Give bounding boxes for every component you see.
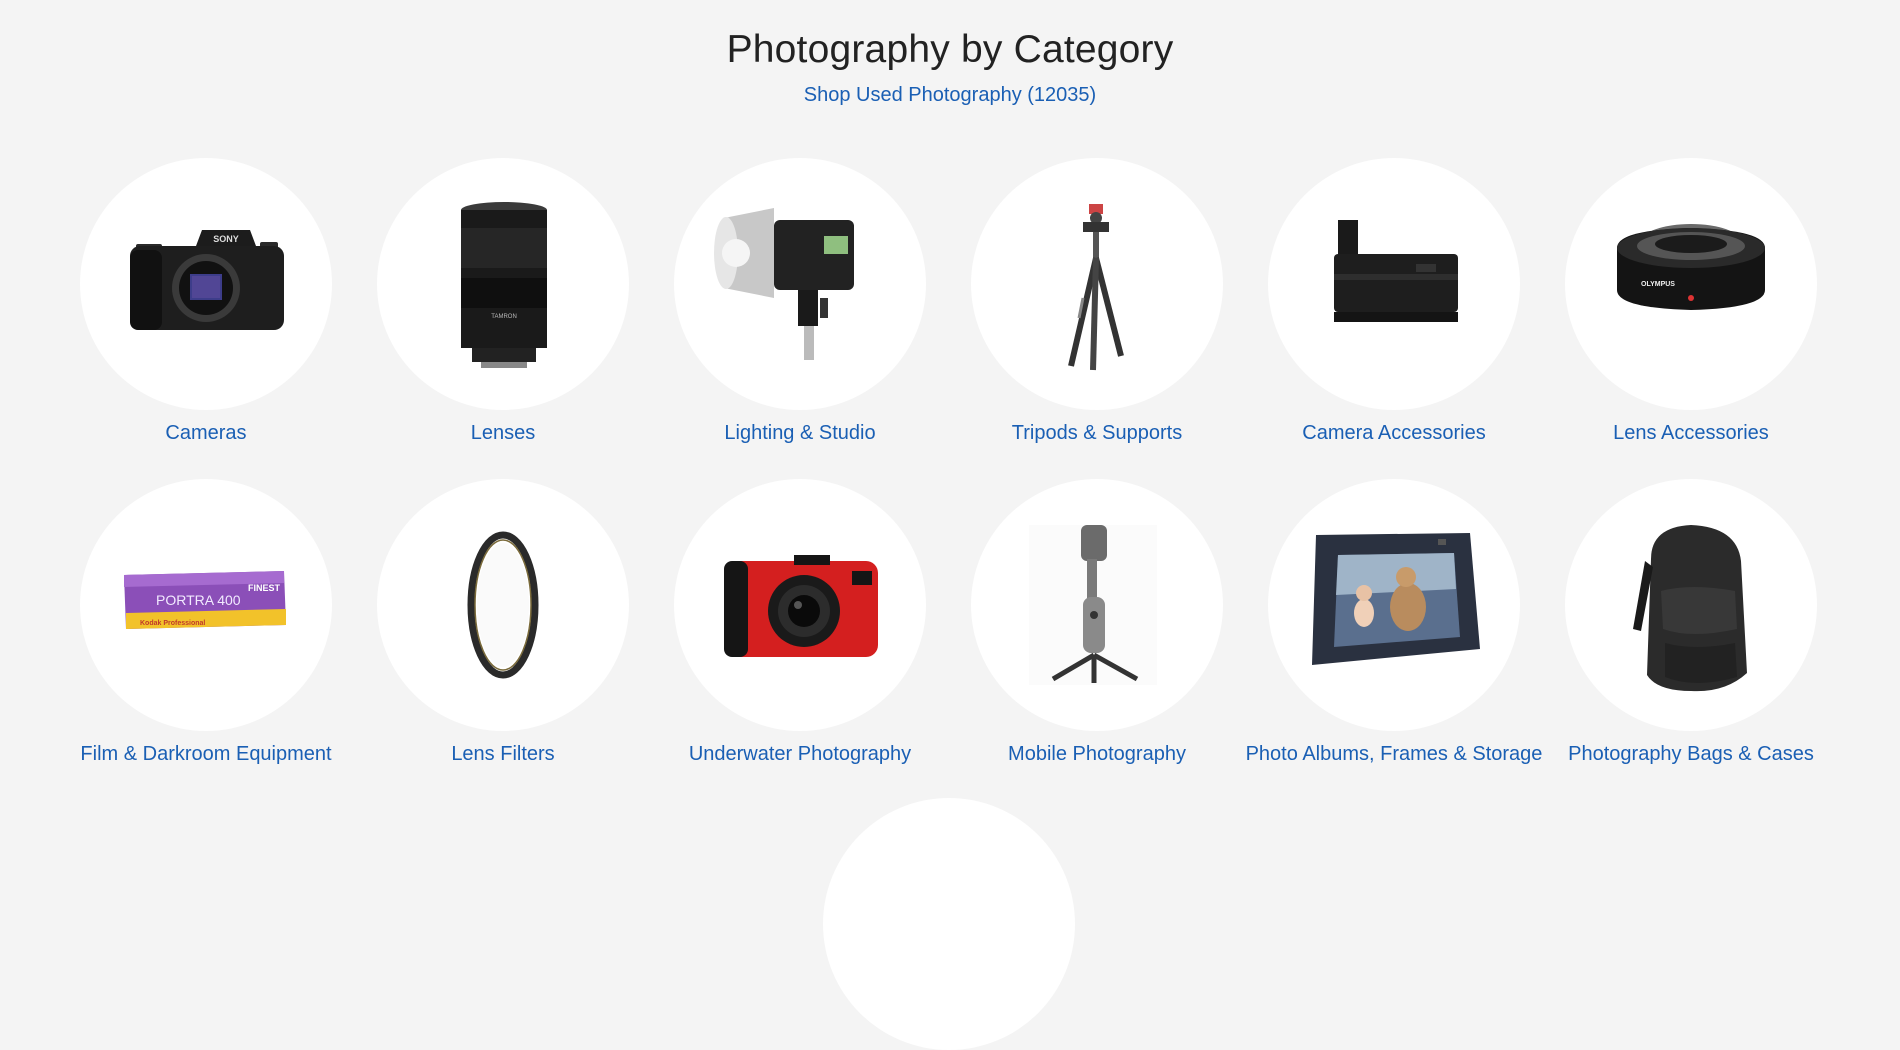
category-underwater-photography[interactable]: Underwater Photography xyxy=(651,479,949,766)
shop-used-link[interactable]: Shop Used Photography (12035) xyxy=(0,84,1900,107)
page-title: Photography by Category xyxy=(726,28,1174,71)
teleconverter-icon: OLYMPUS xyxy=(1617,224,1765,310)
category-lens-accessories[interactable]: OLYMPUS Lens Accessories xyxy=(1542,158,1840,445)
category-image[interactable] xyxy=(971,158,1223,410)
category-image[interactable] xyxy=(1565,479,1817,731)
category-image[interactable] xyxy=(674,158,926,410)
category-label: Photography Bags & Cases xyxy=(1568,743,1814,765)
category-image-partial[interactable] xyxy=(823,798,1075,1050)
category-lens-filters[interactable]: Lens Filters xyxy=(354,479,652,766)
category-image[interactable]: SONY xyxy=(80,158,332,410)
category-image[interactable] xyxy=(377,479,629,731)
film-box-icon: PORTRA 400 FINEST Kodak Professional xyxy=(124,571,286,629)
filter-ring-icon xyxy=(467,531,539,679)
mirrorless-camera-icon: SONY xyxy=(130,230,284,330)
category-mobile-photography[interactable]: Mobile Photography xyxy=(948,479,1246,766)
tripod-icon xyxy=(1068,204,1124,371)
category-film-darkroom[interactable]: PORTRA 400 FINEST Kodak Professional Fil… xyxy=(57,479,355,766)
digital-frame-icon xyxy=(1312,533,1480,665)
category-image[interactable]: OLYMPUS xyxy=(1565,158,1817,410)
category-image[interactable] xyxy=(971,479,1223,731)
category-image[interactable] xyxy=(674,479,926,731)
category-image[interactable]: TAMRON xyxy=(377,158,629,410)
category-image[interactable]: PORTRA 400 FINEST Kodak Professional xyxy=(80,479,332,731)
category-lighting-studio[interactable]: Lighting & Studio xyxy=(651,158,949,445)
category-label: Lenses xyxy=(470,422,536,444)
category-label: Film & Darkroom Equipment xyxy=(80,743,332,765)
category-label: Photo Albums, Frames & Storage xyxy=(1245,743,1543,765)
category-photo-albums-frames-storage[interactable]: Photo Albums, Frames & Storage xyxy=(1245,479,1543,766)
film-brand: Kodak Professional xyxy=(140,620,205,627)
category-image[interactable] xyxy=(1268,479,1520,731)
category-label: Mobile Photography xyxy=(1008,743,1186,765)
category-label: Lens Filters xyxy=(451,743,555,765)
camera-backpack-icon xyxy=(1633,525,1747,692)
category-label: Camera Accessories xyxy=(1302,422,1486,444)
category-image[interactable] xyxy=(1268,158,1520,410)
film-name: PORTRA 400 xyxy=(156,592,241,608)
teleconverter-brand: OLYMPUS xyxy=(1641,281,1675,288)
studio-flash-icon xyxy=(714,208,854,360)
category-tripods-supports[interactable]: Tripods & Supports xyxy=(948,158,1246,445)
category-label: Underwater Photography xyxy=(688,743,912,765)
category-label: Lens Accessories xyxy=(1613,422,1769,444)
camera-brand: SONY xyxy=(213,234,239,244)
category-label: Lighting & Studio xyxy=(724,422,876,444)
film-tag: FINEST xyxy=(248,583,281,593)
battery-grip-icon xyxy=(1334,220,1458,322)
category-camera-accessories[interactable]: Camera Accessories xyxy=(1245,158,1543,445)
phone-gimbal-icon xyxy=(1029,525,1157,685)
category-label: Tripods & Supports xyxy=(1011,422,1183,444)
zoom-lens-icon: TAMRON xyxy=(461,202,547,368)
category-label: Cameras xyxy=(165,422,247,444)
rugged-camera-icon xyxy=(724,555,878,657)
category-cameras[interactable]: SONY Cameras xyxy=(57,158,355,445)
category-lenses[interactable]: TAMRON Lenses xyxy=(354,158,652,445)
category-photography-bags-cases[interactable]: Photography Bags & Cases xyxy=(1542,479,1840,766)
lens-brand: TAMRON xyxy=(491,314,517,320)
